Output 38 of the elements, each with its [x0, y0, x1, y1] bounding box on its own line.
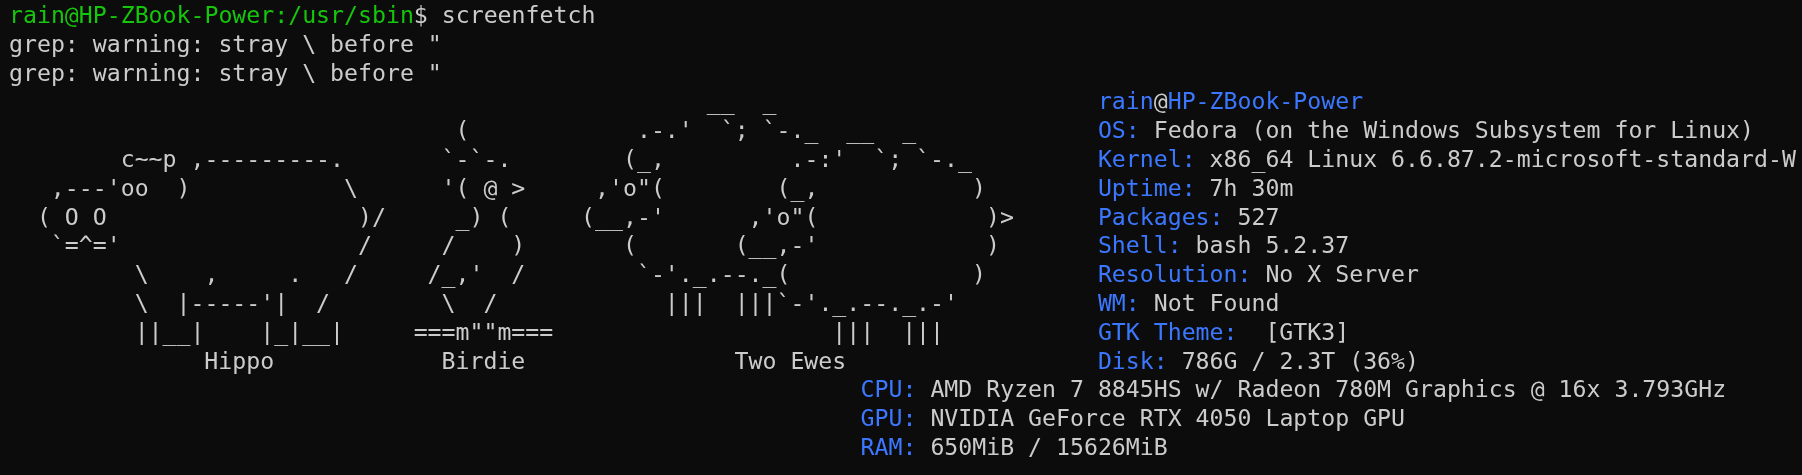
ascii-art: c~~p ,---------. ,---'oo ) \ ( O O )/ `=^=' / \ , . / \ |-----'| / ||__| |_|__| — [36, 145, 386, 347]
info-label: GPU: — [860, 404, 917, 432]
info-label: GTK Theme: — [1097, 317, 1238, 345]
output-line: grep: warning: stray \ before " — [9, 58, 442, 86]
info-value: x86_64 Linux 6.6.87.2-microsoft-standard-W — [1209, 145, 1796, 172]
prompt-symbol: $ — [413, 1, 428, 28]
info-value: 527 — [1237, 202, 1280, 230]
command-text: screenfetch — [441, 1, 596, 28]
info-value: [GTK3] — [1264, 317, 1350, 345]
info-label: CPU: — [860, 375, 917, 403]
info-label: Kernel: — [1097, 145, 1196, 172]
info-label: Shell: — [1097, 231, 1182, 259]
art-caption: Two Ewes — [734, 346, 847, 376]
info-value: AMD Ryzen 7 8845HS w/ Radeon 780M Graphics @ 16x 3.793GHz — [930, 375, 1727, 403]
info-label: Uptime: — [1097, 173, 1196, 201]
info-label: Resolution: — [1097, 260, 1252, 288]
user-name: rain — [1097, 87, 1154, 115]
info-value: Not Found — [1153, 288, 1280, 316]
art-caption: Birdie — [441, 346, 526, 376]
info-label: OS: — [1097, 116, 1140, 144]
info-value: No X Server — [1265, 260, 1419, 288]
info-label: WM: — [1097, 288, 1140, 316]
ascii-art: __ _ .-.' `; `-._ __ _ (_, .-:' `; `-._ ,'o"( (_, ) (__,-' ,'o"( )> ( (__,-' ) `-'._.--._( ) ||| |||`-'._.--._.-' ||| ||| — [581, 87, 1014, 347]
info-value: Fedora (on the Windows Subsystem for Linux) — [1153, 116, 1755, 144]
info-label: Disk: — [1097, 346, 1168, 374]
at-sign: @ — [1153, 87, 1168, 115]
info-label: RAM: — [860, 432, 917, 460]
info-value: bash 5.2.37 — [1195, 231, 1350, 259]
info-label: Packages: — [1097, 202, 1224, 230]
ascii-art: ( `-`-. '( @ > _) ( / ) /_,' / \ / ===m""m=== — [413, 116, 554, 347]
info-value: 650MiB / 15626MiB — [930, 432, 1168, 460]
info-value: NVIDIA GeForce RTX 4050 Laptop GPU — [930, 404, 1406, 432]
info-value: 786G / 2.3T (36%) — [1181, 346, 1419, 374]
prompt-text: rain@HP-ZBook-Power:/usr/sbin — [9, 1, 414, 28]
art-caption: Hippo — [204, 346, 275, 376]
output-line: grep: warning: stray \ before " — [9, 29, 442, 57]
info-value: 7h 30m — [1209, 173, 1294, 201]
host-name: HP-ZBook-Power — [1167, 87, 1364, 115]
